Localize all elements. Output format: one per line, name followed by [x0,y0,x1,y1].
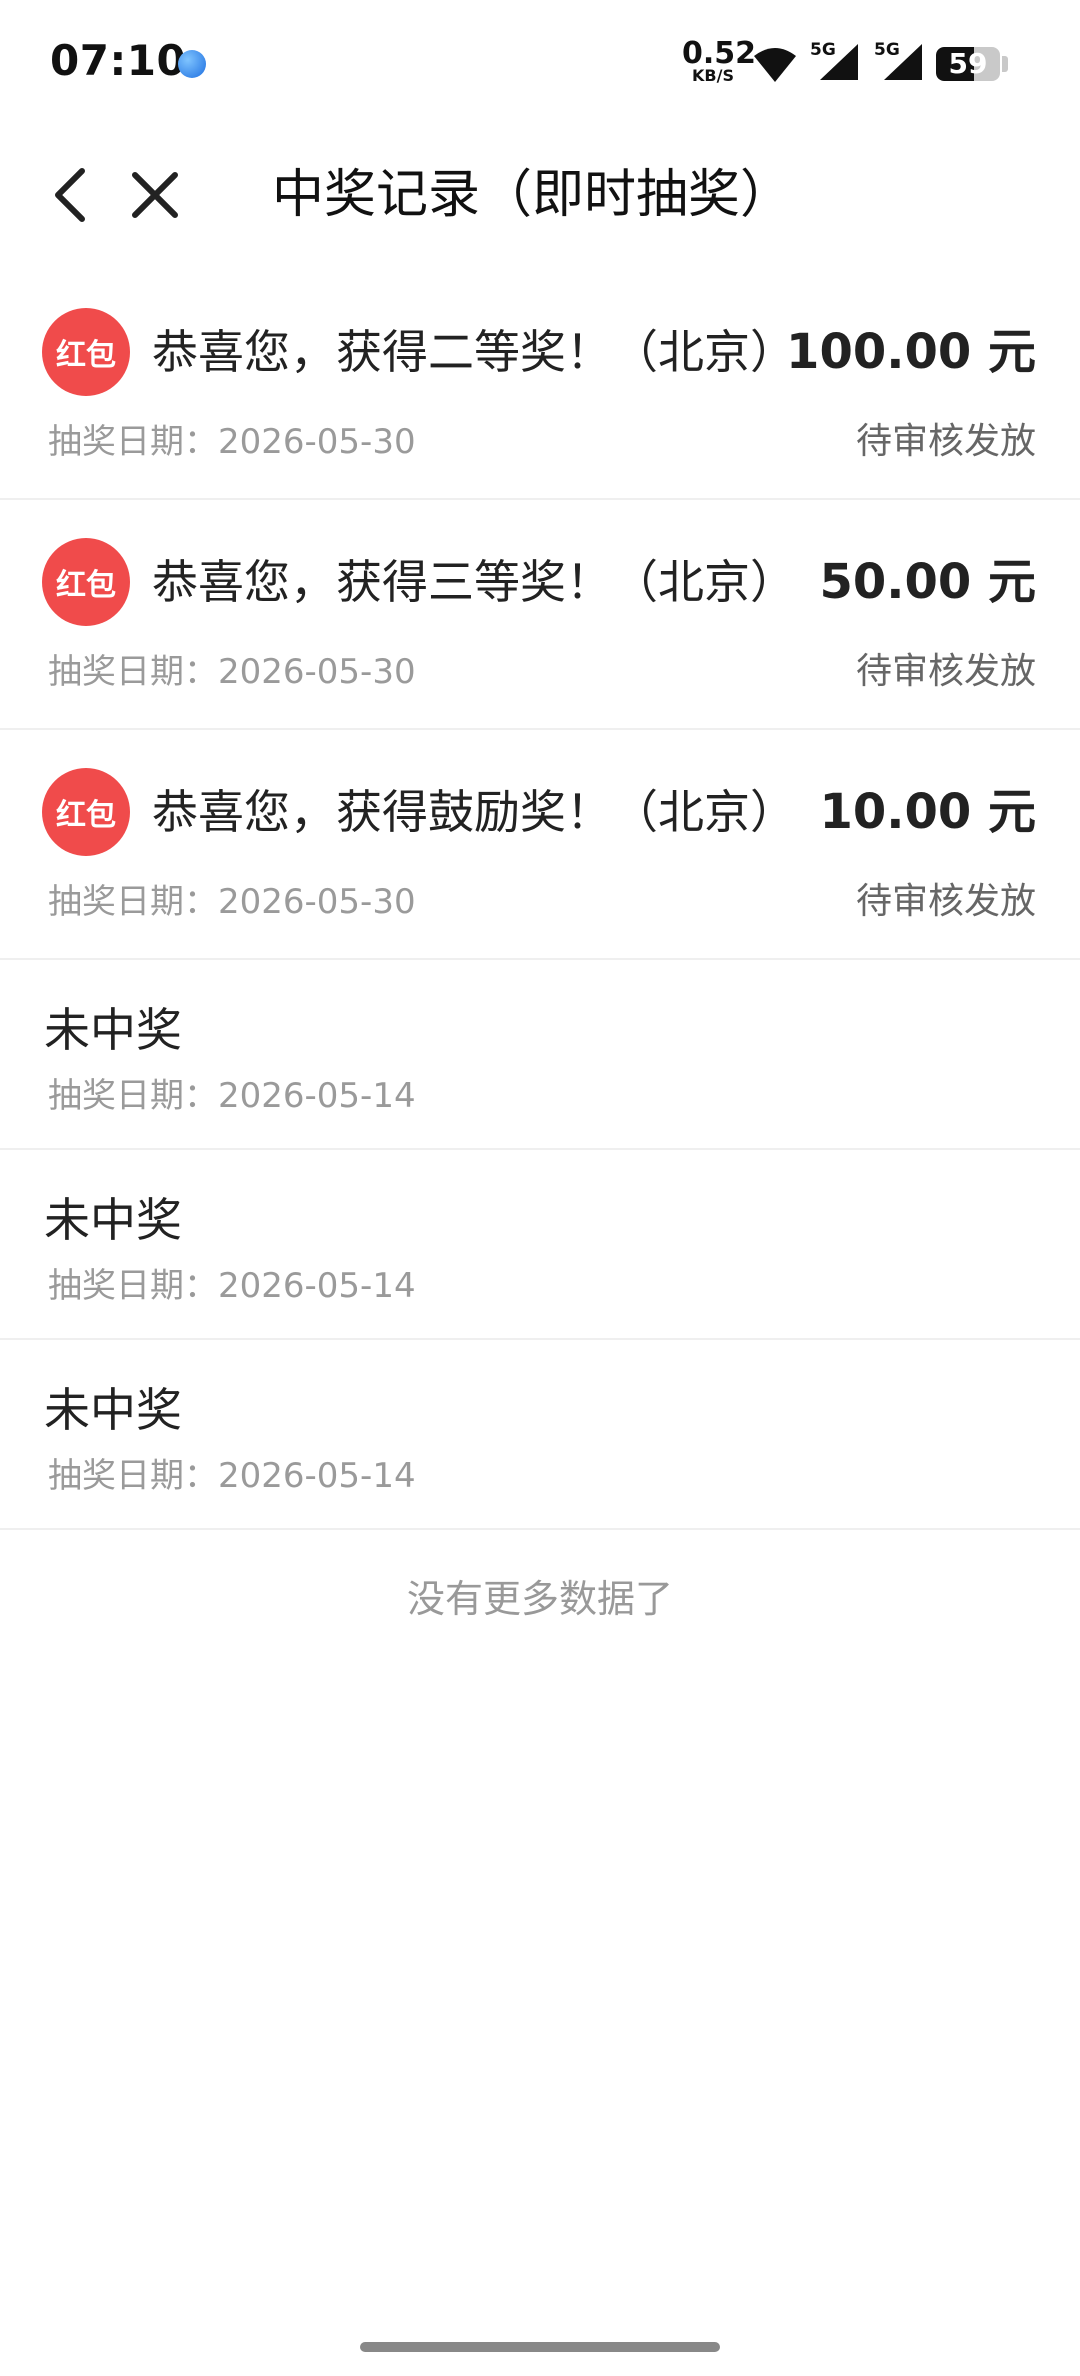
close-button[interactable] [122,162,188,228]
red-packet-badge: 红包 [42,308,130,396]
prize-amount: 50.00 元 [819,554,1036,610]
chevron-left-icon [55,168,85,222]
home-indicator[interactable] [360,2342,720,2352]
battery-tip [1002,56,1008,72]
no-win-text: 未中奖 [44,1193,182,1247]
prize-amount: 100.00 元 [786,324,1036,380]
draw-date: 抽奖日期：2026-05-14 [48,1266,416,1306]
draw-date: 抽奖日期：2026-05-14 [48,1456,416,1496]
network-speed-value: 0.52 [682,36,757,71]
status-time: 07:10 [50,36,187,85]
payout-status: 待审核发放 [855,881,1036,922]
list-item-win[interactable]: 红包 恭喜您，获得三等奖！（北京） 50.00 元 抽奖日期：2026-05-3… [0,500,1080,730]
signal-icon: 5G [808,40,860,84]
record-list: 红包 恭喜您，获得二等奖！（北京） 100.00 元 抽奖日期：2026-05-… [0,270,1080,1530]
network-speed: 0.52 KB/S [682,36,757,84]
prize-text: 恭喜您，获得鼓励奖！（北京） [152,785,796,839]
back-button[interactable] [40,162,100,228]
battery-icon: 59 [936,47,1000,81]
list-item-no-win[interactable]: 未中奖 抽奖日期：2026-05-14 [0,1340,1080,1530]
prize-amount: 10.00 元 [819,784,1036,840]
list-item-win[interactable]: 红包 恭喜您，获得鼓励奖！（北京） 10.00 元 抽奖日期：2026-05-3… [0,730,1080,960]
close-icon [132,172,178,218]
prize-text: 恭喜您，获得二等奖！（北京） [152,325,796,379]
battery-level: 59 [948,47,988,80]
payout-status: 待审核发放 [855,651,1036,692]
list-item-no-win[interactable]: 未中奖 抽奖日期：2026-05-14 [0,1150,1080,1340]
wifi-icon [754,48,796,82]
draw-date: 抽奖日期：2026-05-30 [48,422,416,462]
red-packet-badge: 红包 [42,538,130,626]
prize-text: 恭喜您，获得三等奖！（北京） [152,555,796,609]
app-notification-icon [178,50,206,78]
page-title: 中奖记录（即时抽奖） [272,165,793,225]
draw-date: 抽奖日期：2026-05-14 [48,1076,416,1116]
list-item-no-win[interactable]: 未中奖 抽奖日期：2026-05-14 [0,960,1080,1150]
list-item-win[interactable]: 红包 恭喜您，获得二等奖！（北京） 100.00 元 抽奖日期：2026-05-… [0,270,1080,500]
no-win-text: 未中奖 [44,1383,182,1437]
signal-icon: 5G [872,40,924,84]
header: 中奖记录（即时抽奖） [0,140,1080,250]
draw-date: 抽奖日期：2026-05-30 [48,882,416,922]
no-win-text: 未中奖 [44,1003,182,1057]
status-bar: 07:10 0.52 KB/S 5G 5G 59 [0,0,1080,130]
red-packet-badge: 红包 [42,768,130,856]
payout-status: 待审核发放 [855,421,1036,462]
draw-date: 抽奖日期：2026-05-30 [48,652,416,692]
no-more-data-text: 没有更多数据了 [406,1577,673,1621]
